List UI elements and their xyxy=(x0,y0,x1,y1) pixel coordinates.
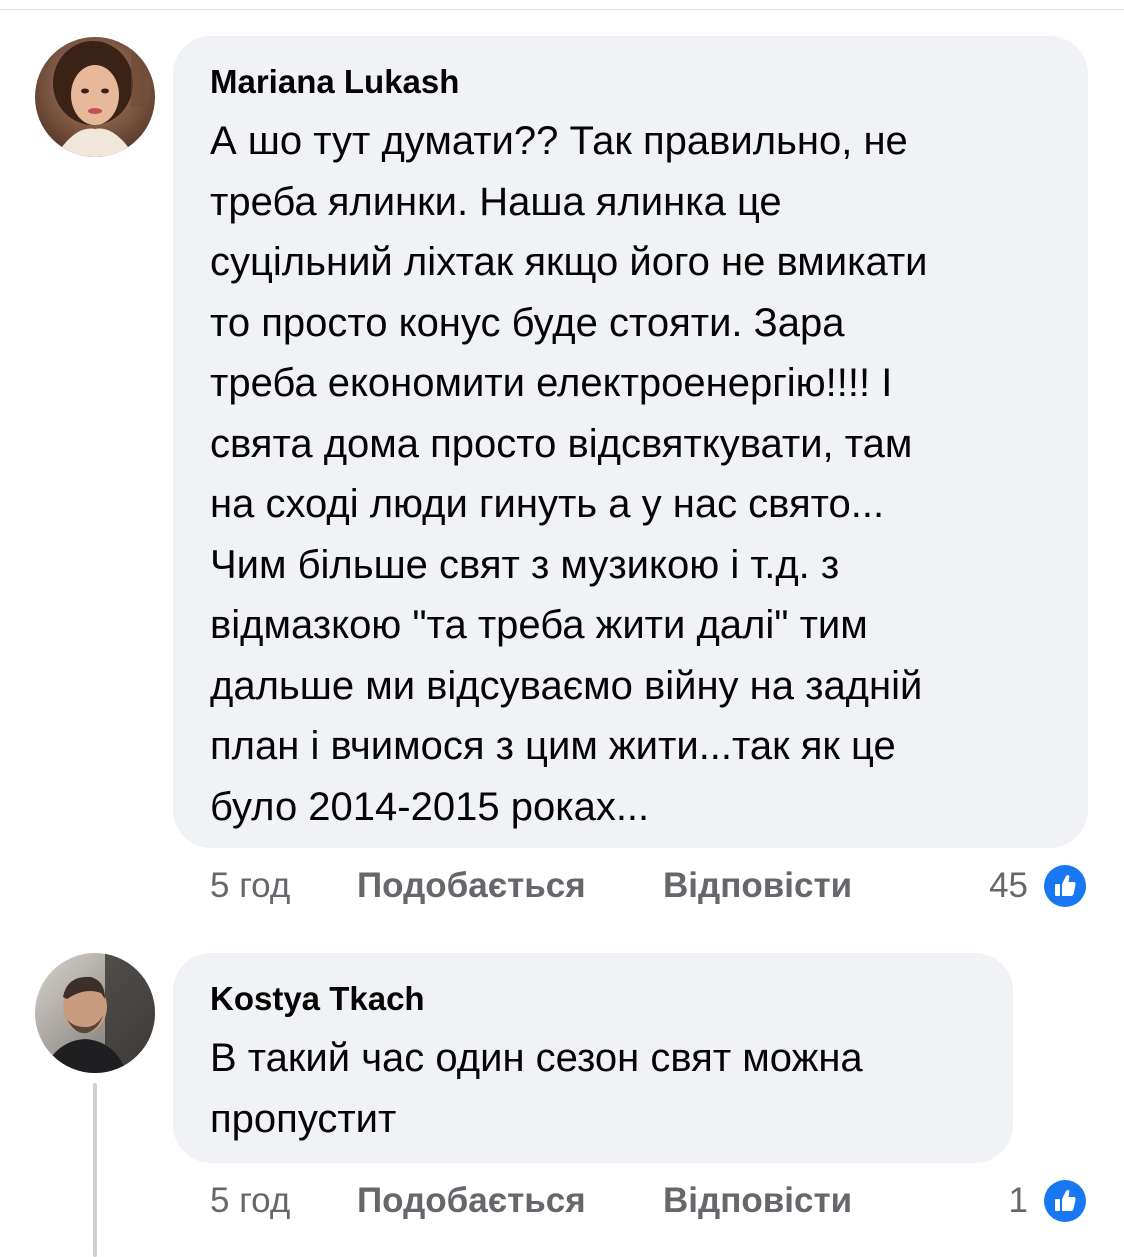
comment-line: то просто конус буде стояти. Зара xyxy=(210,300,845,345)
reaction-count[interactable]: 1 xyxy=(1009,1179,1028,1223)
comment-line: треба економити електроенергію!!!! І xyxy=(210,361,893,405)
comment-line: В такий час один сезон свят можна xyxy=(210,1036,863,1080)
comment-text: В такий час один сезон свят можна пропус… xyxy=(210,1028,979,1149)
comment-line: свята дома просто відсвяткувати, там xyxy=(210,421,913,466)
reaction-badge[interactable] xyxy=(1042,1178,1088,1224)
avatar-kostya-tkach[interactable] xyxy=(35,953,155,1073)
comment-line: було 2014-2015 роках... xyxy=(210,784,650,829)
reaction-badge[interactable] xyxy=(1042,863,1088,909)
comment-timestamp[interactable]: 5 год xyxy=(210,1179,290,1223)
like-icon xyxy=(1044,1180,1086,1222)
comment-line: відмазкою "та треба жити далі" тим xyxy=(210,603,868,647)
comment-timestamp[interactable]: 5 год xyxy=(210,864,290,908)
top-divider xyxy=(0,9,1124,10)
comment-line: Чим більше свят з музикою і т.д. з xyxy=(210,542,840,587)
reply-button[interactable]: Відповісти xyxy=(663,864,852,908)
comment-line: треба ялинки. Наша ялинка це xyxy=(210,179,782,224)
reply-thread-line xyxy=(93,1083,97,1257)
comment-actions: 5 год Подобається Відповісти 45 xyxy=(210,864,1090,908)
comment-bubble: Mariana Lukash А шо тут думати?? Так пра… xyxy=(173,36,1088,848)
reaction-count[interactable]: 45 xyxy=(989,864,1028,908)
reply-button[interactable]: Відповісти xyxy=(663,1179,852,1223)
comment-line: суцільний ліхтак якщо його не вмикати xyxy=(210,240,928,284)
comment-line: А шо тут думати?? Так правильно, не xyxy=(210,119,908,163)
comment-author[interactable]: Mariana Lukash xyxy=(210,62,1054,102)
comment-line: на сході люди гинуть а у нас свято... xyxy=(210,482,885,526)
comment-line: план і вчимося з цим жити...так як це xyxy=(210,724,896,768)
avatar-mariana-lukash[interactable] xyxy=(35,37,155,157)
like-button[interactable]: Подобається xyxy=(357,1179,586,1223)
profile-photo-woman-icon xyxy=(35,37,155,157)
comment-line: дальше ми відсуваємо війну на задній xyxy=(210,663,923,708)
like-icon xyxy=(1044,865,1086,907)
comment-text: А шо тут думати?? Так правильно, не треб… xyxy=(210,111,1054,837)
comment-author[interactable]: Kostya Tkach xyxy=(210,979,979,1019)
profile-photo-man-icon xyxy=(35,953,155,1073)
comment-bubble: Kostya Tkach В такий час один сезон свят… xyxy=(173,953,1013,1163)
comment-line: пропустит xyxy=(210,1096,397,1141)
comment-actions: 5 год Подобається Відповісти 1 xyxy=(210,1179,1090,1223)
like-button[interactable]: Подобається xyxy=(357,864,586,908)
